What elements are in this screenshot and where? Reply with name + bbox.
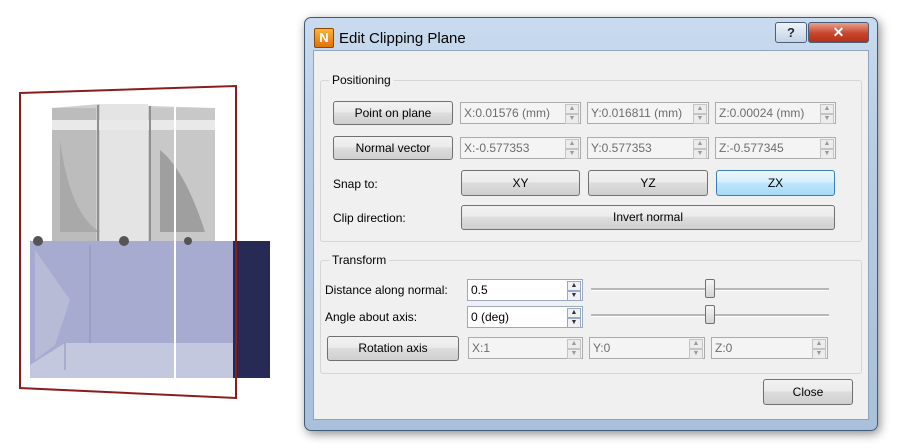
spin-up-icon[interactable]: ▲ [565, 104, 579, 114]
angle-value: 0 (deg) [471, 310, 510, 324]
spin-up-icon[interactable]: ▲ [565, 139, 579, 149]
axis-x-value: X:1 [472, 341, 491, 355]
spin-down-icon[interactable]: ▼ [693, 149, 707, 159]
rotation-axis-button[interactable]: Rotation axis [327, 336, 459, 361]
transform-group: Transform Distance along normal: 0.5 ▲ ▼ … [320, 253, 862, 374]
spin-down-icon[interactable]: ▼ [812, 349, 826, 359]
snap-to-label: Snap to: [333, 177, 378, 191]
spin-down-icon[interactable]: ▼ [689, 349, 703, 359]
point-y-field[interactable]: Y:0.016811 (mm) ▲ ▼ [587, 102, 709, 124]
point-x-value: X:0.01576 (mm) [464, 106, 551, 120]
snap-xy-button[interactable]: XY [461, 170, 580, 196]
spin-up-icon[interactable]: ▲ [567, 308, 581, 318]
help-icon: ? [787, 25, 795, 40]
edit-clipping-plane-dialog: N Edit Clipping Plane ? ✕ Positioning Po… [304, 17, 878, 431]
point-z-value: Z:0.00024 (mm) [719, 106, 805, 120]
angle-input[interactable]: 0 (deg) ▲ ▼ [467, 306, 583, 328]
axis-y-field[interactable]: Y:0 ▲ ▼ [589, 337, 705, 359]
point-x-field[interactable]: X:0.01576 (mm) ▲ ▼ [460, 102, 581, 124]
window-close-button[interactable]: ✕ [808, 22, 869, 43]
axis-y-value: Y:0 [593, 341, 611, 355]
3d-viewport[interactable] [0, 0, 300, 448]
spin-down-icon[interactable]: ▼ [820, 149, 834, 159]
spin-down-icon[interactable]: ▼ [820, 114, 834, 124]
point-y-value: Y:0.016811 (mm) [591, 106, 683, 120]
spin-down-icon[interactable]: ▼ [567, 318, 581, 328]
normal-x-field[interactable]: X:-0.577353 ▲ ▼ [460, 137, 581, 159]
spin-down-icon[interactable]: ▼ [567, 349, 581, 359]
spin-down-icon[interactable]: ▼ [565, 114, 579, 124]
distance-slider-thumb[interactable] [705, 279, 715, 298]
spin-up-icon[interactable]: ▲ [820, 104, 834, 114]
axis-x-field[interactable]: X:1 ▲ ▼ [468, 337, 583, 359]
dialog-title: Edit Clipping Plane [339, 30, 466, 47]
distance-input[interactable]: 0.5 ▲ ▼ [467, 279, 583, 301]
normal-y-value: Y:0.577353 [591, 141, 652, 155]
normal-z-field[interactable]: Z:-0.577345 ▲ ▼ [715, 137, 836, 159]
axis-z-value: Z:0 [715, 341, 733, 355]
spin-up-icon[interactable]: ▲ [567, 281, 581, 291]
positioning-group-title: Positioning [329, 73, 394, 87]
distance-label: Distance along normal: [325, 283, 448, 297]
spin-up-icon[interactable]: ▲ [812, 339, 826, 349]
spin-up-icon[interactable]: ▲ [820, 139, 834, 149]
snap-yz-button[interactable]: YZ [588, 170, 708, 196]
spin-down-icon[interactable]: ▼ [565, 149, 579, 159]
app-icon: N [314, 28, 334, 48]
close-icon: ✕ [832, 24, 845, 40]
axis-z-field[interactable]: Z:0 ▲ ▼ [711, 337, 828, 359]
dialog-client-area: Positioning Point on plane X:0.01576 (mm… [313, 50, 869, 420]
close-button[interactable]: Close [763, 379, 853, 405]
spin-up-icon[interactable]: ▲ [567, 339, 581, 349]
spin-down-icon[interactable]: ▼ [693, 114, 707, 124]
normal-vector-button[interactable]: Normal vector [333, 136, 453, 160]
normal-y-field[interactable]: Y:0.577353 ▲ ▼ [587, 137, 709, 159]
angle-slider[interactable] [591, 305, 829, 325]
distance-value: 0.5 [471, 283, 488, 297]
invert-normal-button[interactable]: Invert normal [461, 205, 835, 230]
normal-x-value: X:-0.577353 [464, 141, 530, 155]
snap-zx-button[interactable]: ZX [716, 170, 835, 196]
title-bar[interactable]: N Edit Clipping Plane ? ✕ [305, 18, 877, 50]
transform-group-title: Transform [329, 253, 390, 267]
positioning-group: Positioning Point on plane X:0.01576 (mm… [320, 73, 862, 242]
point-z-field[interactable]: Z:0.00024 (mm) ▲ ▼ [715, 102, 836, 124]
spin-up-icon[interactable]: ▲ [693, 139, 707, 149]
normal-z-value: Z:-0.577345 [719, 141, 784, 155]
help-button[interactable]: ? [775, 22, 807, 43]
spin-down-icon[interactable]: ▼ [567, 291, 581, 301]
distance-slider[interactable] [591, 279, 829, 299]
clip-direction-label: Clip direction: [333, 211, 406, 225]
angle-label: Angle about axis: [325, 310, 418, 324]
spin-up-icon[interactable]: ▲ [689, 339, 703, 349]
model-render [19, 84, 270, 400]
point-on-plane-button[interactable]: Point on plane [333, 101, 453, 125]
angle-slider-thumb[interactable] [705, 305, 715, 324]
spin-up-icon[interactable]: ▲ [693, 104, 707, 114]
